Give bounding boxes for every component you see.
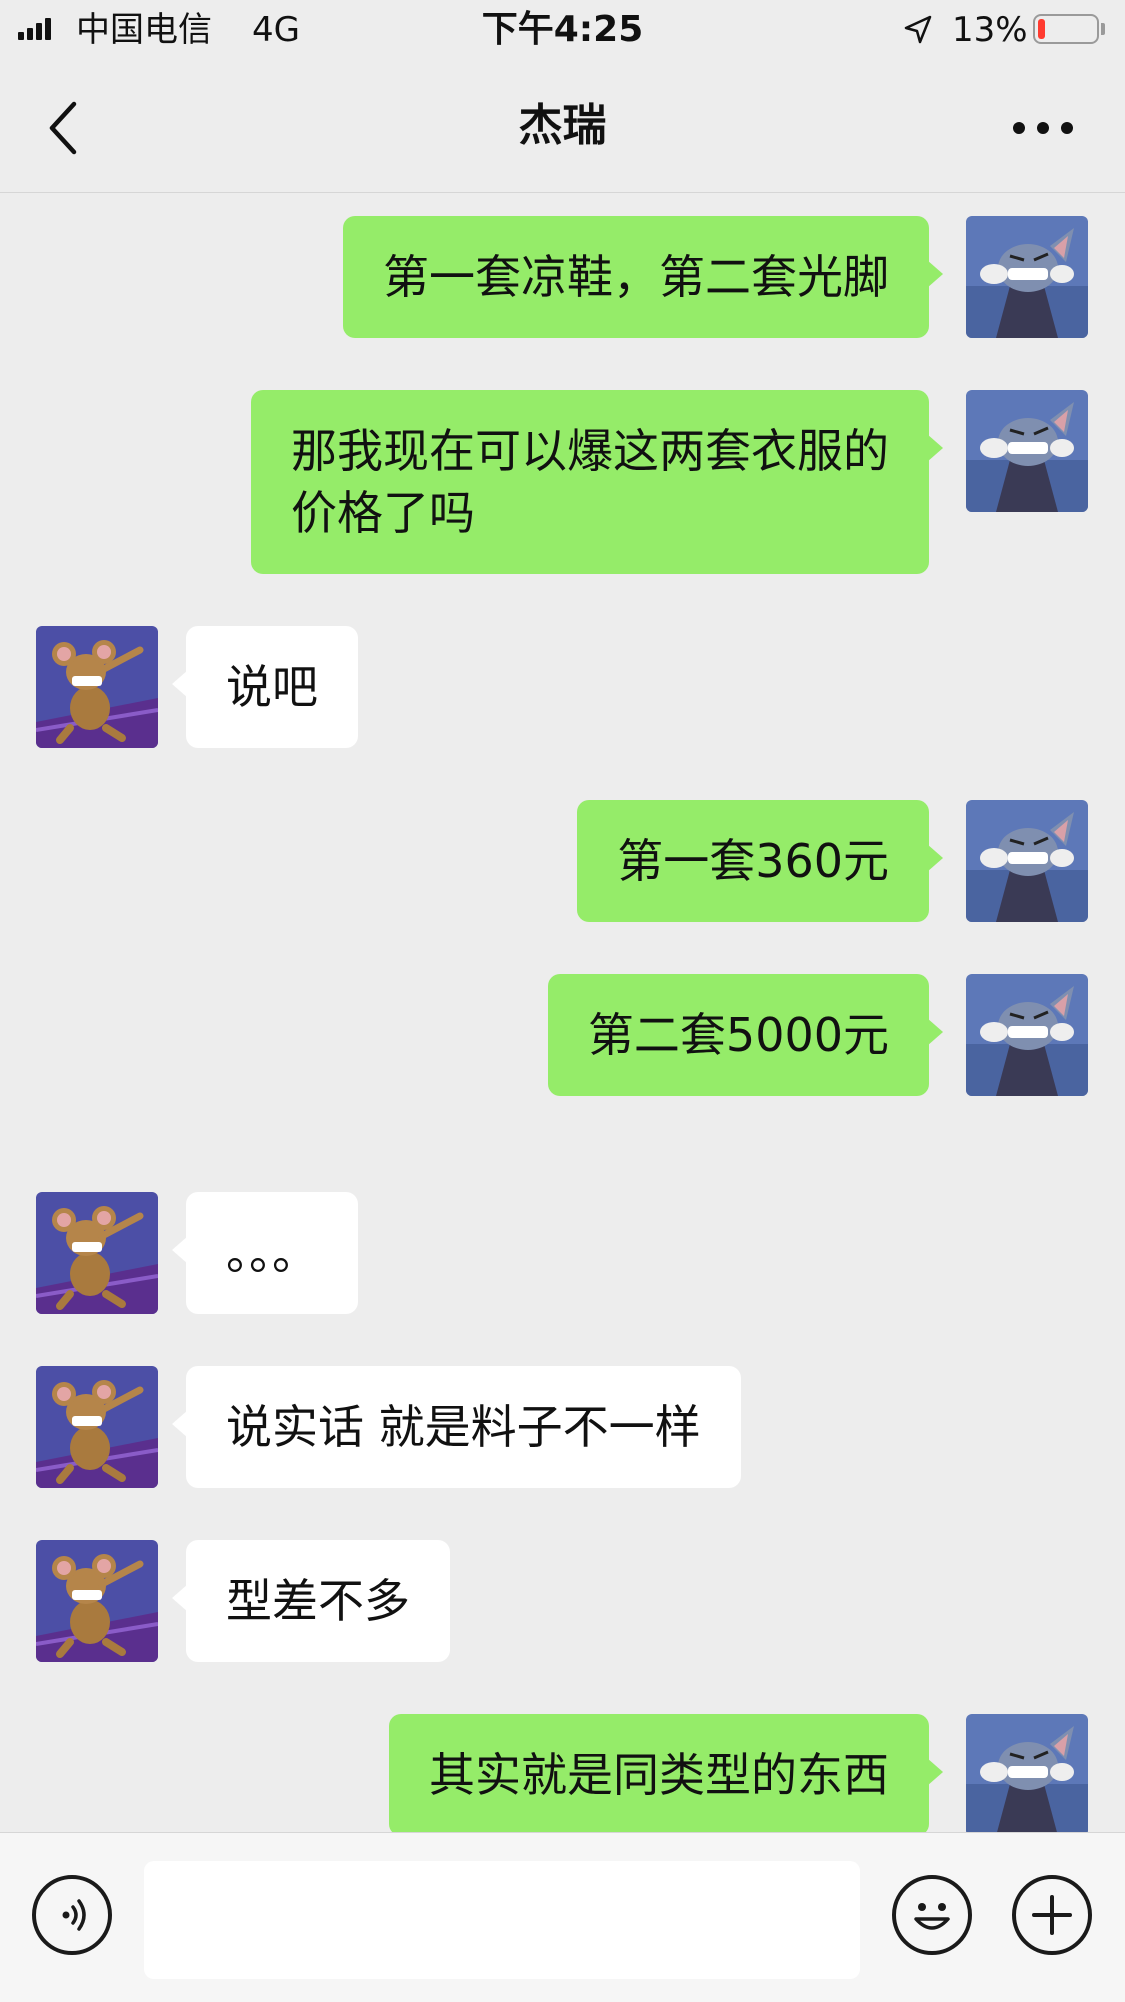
battery-icon: [1033, 14, 1099, 44]
message-bubble[interactable]: 第二套5000元: [547, 974, 944, 1096]
more-dots-icon[interactable]: [1008, 110, 1078, 146]
battery-level: [1038, 19, 1045, 39]
message-input[interactable]: [144, 1861, 860, 1979]
plus-icon: [1032, 1895, 1072, 1935]
nav-bar: 杰瑞: [0, 60, 1125, 193]
voice-button[interactable]: [32, 1875, 112, 1955]
battery-percent: 13%: [952, 10, 1028, 50]
emoji-button[interactable]: [892, 1875, 972, 1955]
contact-avatar[interactable]: [36, 626, 158, 748]
emoji-icon: [914, 1903, 950, 1930]
my-avatar[interactable]: [966, 390, 1088, 512]
plus-button[interactable]: [1012, 1875, 1092, 1955]
my-avatar[interactable]: [966, 1714, 1088, 1836]
my-avatar[interactable]: [966, 216, 1088, 338]
chat-title: 杰瑞: [518, 100, 607, 151]
contact-avatar[interactable]: [36, 1192, 158, 1314]
message-bubble[interactable]: 第一套360元: [577, 800, 943, 922]
message-bubble[interactable]: 第一套凉鞋，第二套光脚: [343, 216, 943, 338]
location-arrow-icon: [902, 14, 934, 46]
message-list[interactable]: 第一套凉鞋，第二套光脚那我现在可以爆这两套衣服的 价格了吗说吧第一套360元第二…: [0, 192, 1125, 1836]
battery-cap: [1101, 23, 1105, 35]
message-bubble[interactable]: 说吧: [172, 626, 358, 748]
message-bubble[interactable]: 说实话 就是料子不一样: [172, 1366, 741, 1488]
message-bubble[interactable]: 型差不多: [172, 1540, 450, 1662]
my-avatar[interactable]: [966, 974, 1088, 1096]
voice-icon: [62, 1899, 86, 1931]
status-bar: 中国电信 4G 下午4:25 13%: [0, 0, 1125, 60]
input-bar: [0, 1832, 1125, 2002]
message-bubble[interactable]: 。。。: [172, 1192, 358, 1314]
message-bubble[interactable]: 那我现在可以爆这两套衣服的 价格了吗: [251, 390, 943, 574]
contact-avatar[interactable]: [36, 1366, 158, 1488]
contact-avatar[interactable]: [36, 1540, 158, 1662]
my-avatar[interactable]: [966, 800, 1088, 922]
message-bubble[interactable]: 其实就是同类型的东西: [389, 1714, 943, 1836]
